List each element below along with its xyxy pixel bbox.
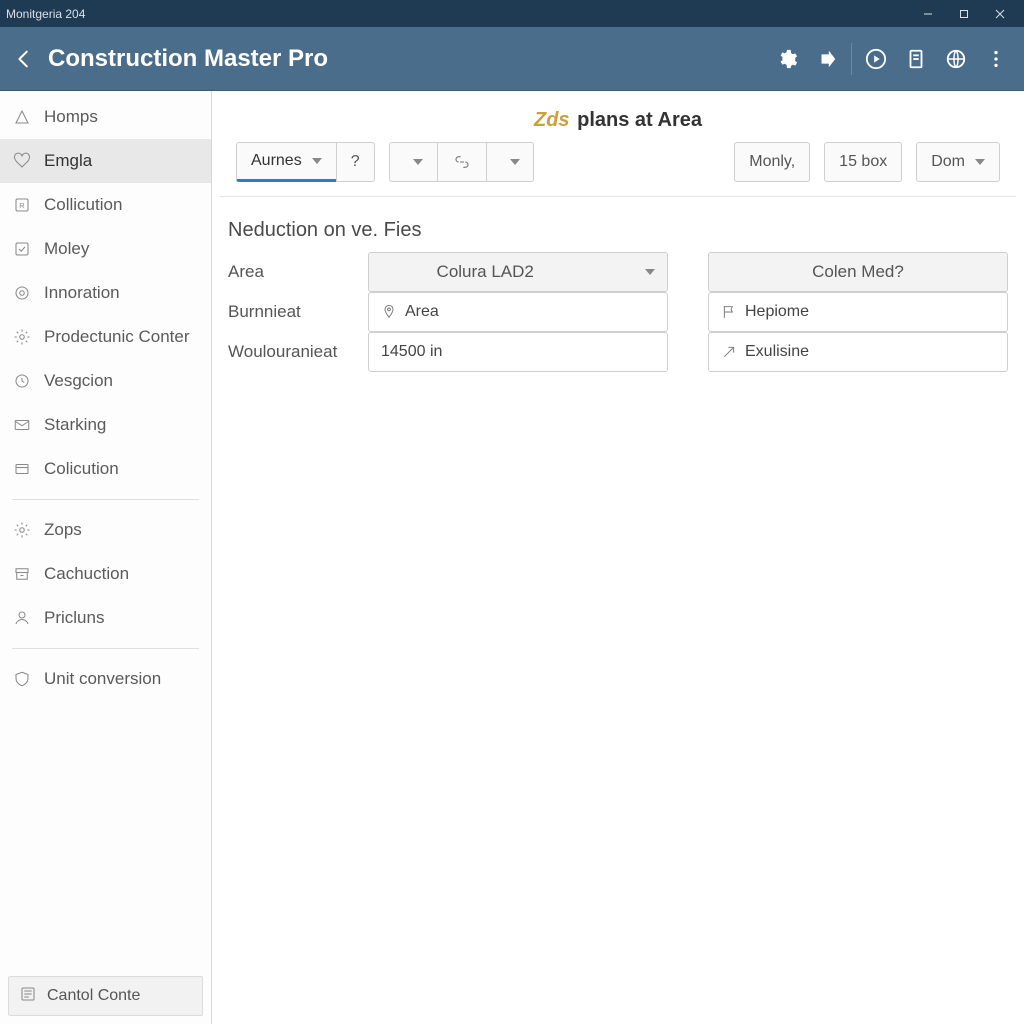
head-colen[interactable]: Colen Med? (708, 252, 1008, 292)
sidebar-item-label: Innoration (44, 283, 120, 303)
input-burnnieat-b[interactable]: Hepiome (708, 292, 1008, 332)
check-box-icon (12, 239, 32, 259)
sidebar-item-homps[interactable]: Homps (0, 95, 211, 139)
help-button[interactable]: ? (336, 142, 375, 182)
sidebar-separator (12, 499, 199, 500)
layout-icon (12, 459, 32, 479)
window-titlebar: Monitgeria 204 (0, 0, 1024, 27)
app-header: Construction Master Pro (0, 27, 1024, 91)
maximize-button[interactable] (946, 0, 982, 27)
sidebar-item-zops[interactable]: Zops (0, 508, 211, 552)
head-colura-dropdown[interactable]: Colura LAD2 (368, 252, 668, 292)
sidebar-item-starking[interactable]: Starking (0, 403, 211, 447)
form-label-woulouranieat: Woulouranieat (228, 332, 368, 372)
dropdown-b[interactable] (486, 142, 534, 182)
header-divider (851, 43, 852, 75)
triangle-icon (12, 107, 32, 127)
news-icon (19, 985, 37, 1008)
sidebar-item-vesgcion[interactable]: Vesgcion (0, 359, 211, 403)
sidebar-item-label: Cachuction (44, 564, 129, 584)
globe-icon[interactable] (936, 39, 976, 79)
flag-icon (721, 304, 737, 320)
dropdown-a[interactable] (389, 142, 437, 182)
clock-icon (12, 371, 32, 391)
document-icon[interactable] (896, 39, 936, 79)
circle-icon (12, 283, 32, 303)
sidebar-item-cachuction[interactable]: Cachuction (0, 552, 211, 596)
sidebar-item-label: Homps (44, 107, 98, 127)
pin-icon (381, 304, 397, 320)
person-icon (12, 608, 32, 628)
sidebar-item-label: Colicution (44, 459, 119, 479)
gear-icon (12, 327, 32, 347)
window-title: Monitgeria 204 (6, 7, 910, 21)
share-icon[interactable] (807, 39, 847, 79)
settings-icon[interactable] (767, 39, 807, 79)
sidebar-item-unit-conversion[interactable]: Unit conversion (0, 657, 211, 701)
dom-dropdown[interactable]: Dom (916, 142, 1000, 182)
monly-button[interactable]: Monly, (734, 142, 810, 182)
footer-button-label: Cantol Conte (47, 987, 140, 1005)
box-button[interactable]: 15 box (824, 142, 902, 182)
svg-text:R: R (19, 201, 25, 210)
section-title: Neduction on ve. Fies (212, 197, 1024, 252)
sidebar-item-label: Pricluns (44, 608, 104, 628)
close-button[interactable] (982, 0, 1018, 27)
sidebar-item-emgla[interactable]: Emgla (0, 139, 211, 183)
page-title-text: plans at Area (577, 109, 702, 131)
minimize-button[interactable] (910, 0, 946, 27)
sidebar-item-innoration[interactable]: Innoration (0, 271, 211, 315)
gear2-icon (12, 520, 32, 540)
form-label-burnnieat: Burnnieat (228, 292, 368, 332)
input-woulouranieat-b[interactable]: Exulisine (708, 332, 1008, 372)
sidebar-item-label: Moley (44, 239, 89, 259)
sidebar: Homps Emgla R Collicution Moley Innorati… (0, 91, 212, 1024)
back-button[interactable] (0, 27, 48, 91)
footer-button[interactable]: Cantol Conte (8, 976, 203, 1016)
sidebar-item-label: Vesgcion (44, 371, 113, 391)
sidebar-item-moley[interactable]: Moley (0, 227, 211, 271)
form-grid: Area Colura LAD2 Colen Med? Burnnieat Ar… (212, 252, 1024, 372)
form-label-area: Area (228, 252, 368, 292)
arrow-icon (721, 344, 737, 360)
heart-icon (12, 151, 32, 171)
page-title: Zds plans at Area (212, 91, 1024, 142)
toolbar-mid-group (389, 142, 534, 182)
app-title: Construction Master Pro (48, 45, 767, 73)
sidebar-item-label: Emgla (44, 151, 92, 171)
link-icon-button[interactable] (437, 142, 486, 182)
sidebar-item-prodectunic[interactable]: Prodectunic Conter (0, 315, 211, 359)
page-title-accent: Zds (534, 109, 570, 131)
sidebar-item-label: Prodectunic Conter (44, 327, 190, 347)
primary-dropdown[interactable]: Aurnes (236, 142, 336, 182)
main-content: Zds plans at Area Aurnes ? Mon (212, 91, 1024, 1024)
toolbar-primary-group: Aurnes ? (236, 142, 375, 182)
mail-icon (12, 415, 32, 435)
archive-icon (12, 564, 32, 584)
sidebar-item-colicution[interactable]: Colicution (0, 447, 211, 491)
sidebar-separator (12, 648, 199, 649)
sidebar-item-label: Unit conversion (44, 669, 161, 689)
more-icon[interactable] (976, 39, 1016, 79)
shield-icon (12, 669, 32, 689)
play-icon[interactable] (856, 39, 896, 79)
sidebar-item-label: Collicution (44, 195, 122, 215)
input-woulouranieat-a[interactable]: 14500 in (368, 332, 668, 372)
square-r-icon: R (12, 195, 32, 215)
toolbar: Aurnes ? Monly, 15 box Dom (220, 142, 1016, 197)
sidebar-item-label: Starking (44, 415, 106, 435)
sidebar-item-label: Zops (44, 520, 82, 540)
sidebar-item-pricluns[interactable]: Pricluns (0, 596, 211, 640)
sidebar-item-collicution[interactable]: R Collicution (0, 183, 211, 227)
input-burnnieat-a[interactable]: Area (368, 292, 668, 332)
